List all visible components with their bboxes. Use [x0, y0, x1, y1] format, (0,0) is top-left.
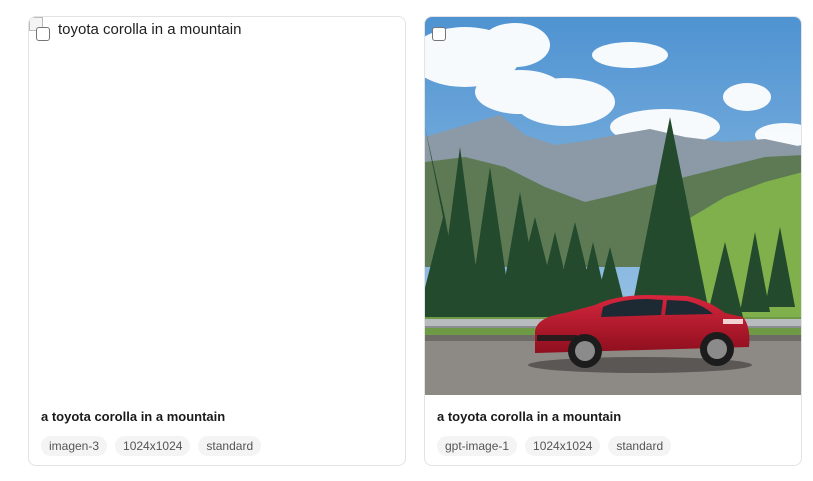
quality-tag: standard: [608, 436, 672, 456]
image-card-2[interactable]: a toyota corolla in a mountain gpt-image…: [424, 16, 802, 466]
model-tag: imagen-3: [41, 436, 108, 456]
select-checkbox[interactable]: [36, 27, 50, 41]
quality-tag: standard: [198, 436, 262, 456]
image-card-1[interactable]: toyota corolla in a mountain a toyota co…: [28, 16, 406, 466]
image-alt-text: toyota corolla in a mountain: [58, 21, 242, 38]
image-area[interactable]: toyota corolla in a mountain: [29, 17, 405, 395]
card-caption: a toyota corolla in a mountain: [437, 409, 622, 424]
image-area[interactable]: [425, 17, 802, 395]
size-tag: 1024x1024: [115, 436, 191, 456]
size-tag: 1024x1024: [525, 436, 601, 456]
model-tag: gpt-image-1: [437, 436, 518, 456]
tag-list: gpt-image-1 1024x1024 standard: [437, 436, 672, 456]
card-caption: a toyota corolla in a mountain: [41, 409, 226, 424]
mountain-car-image[interactable]: [425, 17, 802, 395]
tag-list: imagen-3 1024x1024 standard: [41, 436, 262, 456]
broken-image[interactable]: toyota corolla in a mountain: [29, 17, 405, 395]
select-checkbox[interactable]: [432, 27, 446, 41]
